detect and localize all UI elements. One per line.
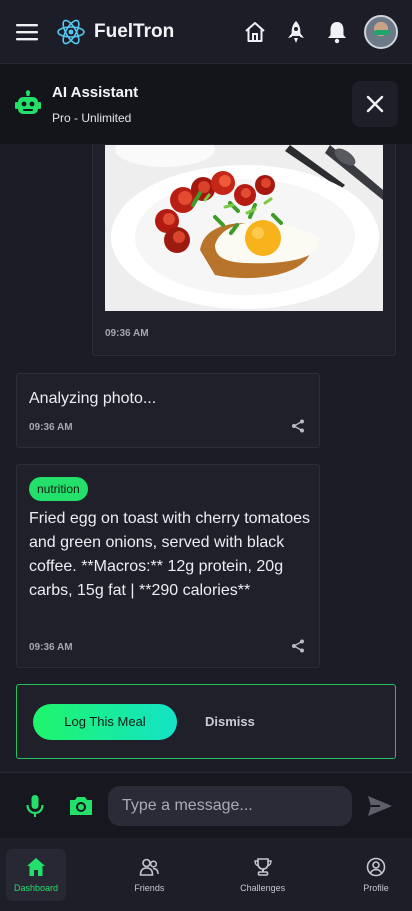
camera-icon[interactable]	[68, 793, 94, 819]
bell-icon[interactable]	[322, 17, 352, 47]
message-time: 09:36 AM	[29, 642, 73, 653]
brand[interactable]: FuelTron	[56, 17, 174, 47]
home-icon[interactable]	[240, 17, 270, 47]
meal-photo[interactable]	[105, 145, 383, 311]
react-logo-icon	[56, 17, 86, 47]
nutrition-tag: nutrition	[29, 477, 88, 501]
nav-label: Profile	[363, 882, 389, 893]
message-text: Analyzing photo...	[29, 390, 157, 407]
log-meal-button[interactable]: Log This Meal	[33, 703, 177, 740]
assistant-message-nutrition: nutrition Fried egg on toast with cherry…	[16, 464, 320, 668]
message-time: 09:36 AM	[105, 328, 149, 339]
friends-icon	[140, 858, 160, 876]
profile-icon	[366, 857, 386, 876]
nav-friends[interactable]: Friends	[119, 849, 179, 901]
avatar[interactable]	[364, 14, 398, 49]
assistant-plan: Pro - Unlimited	[52, 110, 132, 125]
meal-actions-card: Log This Meal Dismiss	[16, 684, 396, 759]
message-input[interactable]	[108, 785, 352, 826]
top-actions	[229, 14, 398, 49]
share-icon[interactable]	[291, 639, 305, 653]
message-time: 09:36 AM	[29, 422, 73, 433]
trophy-icon	[253, 857, 272, 876]
assistant-message-analyzing: Analyzing photo... 09:36 AM	[16, 373, 320, 448]
chat-area[interactable]: 09:36 AM Analyzing photo... 09:36 AM nut…	[0, 144, 412, 772]
close-icon	[366, 95, 384, 113]
top-app-bar: FuelTron	[0, 0, 412, 64]
mic-icon[interactable]	[22, 793, 48, 819]
nav-label: Dashboard	[13, 882, 59, 893]
home-icon	[27, 857, 45, 876]
message-text: Fried egg on toast with cherry tomatoes …	[29, 510, 311, 599]
nav-label: Challenges	[240, 882, 286, 893]
menu-icon[interactable]	[14, 19, 40, 45]
nav-challenges[interactable]: Challenges	[233, 849, 293, 901]
close-button[interactable]	[352, 81, 398, 127]
app-title: FuelTron	[94, 20, 175, 42]
user-photo-message: 09:36 AM	[92, 144, 396, 356]
send-icon[interactable]	[366, 792, 394, 820]
rocket-icon[interactable]	[281, 17, 311, 47]
nav-profile[interactable]: Profile	[346, 849, 406, 901]
share-icon[interactable]	[291, 419, 305, 433]
robot-icon	[14, 90, 42, 118]
nav-dashboard[interactable]: Dashboard	[6, 848, 66, 901]
assistant-header: AI Assistant Pro - Unlimited	[0, 64, 412, 144]
dismiss-button[interactable]: Dismiss	[205, 714, 255, 729]
assistant-name: AI Assistant	[52, 83, 139, 101]
bottom-nav: Dashboard Friends Challenges Profile	[0, 838, 412, 911]
message-composer	[0, 772, 412, 838]
assistant-info: AI Assistant Pro - Unlimited	[52, 84, 138, 125]
nav-label: Friends	[134, 882, 165, 893]
